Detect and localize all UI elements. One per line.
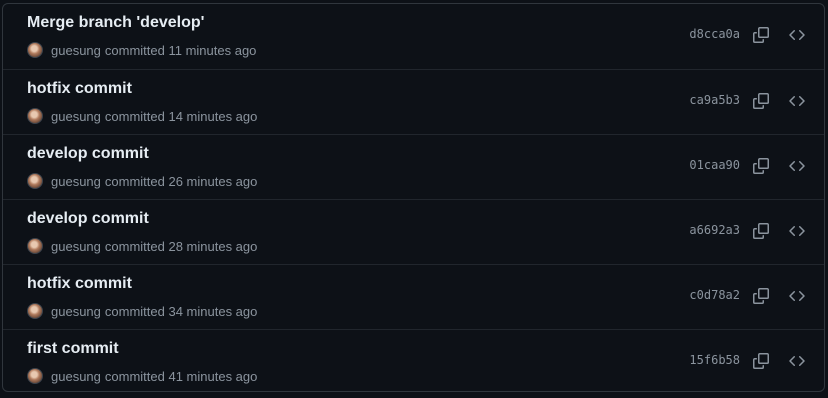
- browse-repo-button[interactable]: [786, 285, 808, 307]
- commit-title-link[interactable]: develop commit: [27, 145, 149, 163]
- copy-sha-button[interactable]: [750, 350, 772, 372]
- commit-row: hotfix commit guesung committed 34 minut…: [3, 264, 824, 329]
- copy-icon: [753, 158, 769, 174]
- copy-icon: [753, 27, 769, 43]
- commit-author[interactable]: guesung: [51, 43, 101, 58]
- commit-title-link[interactable]: develop commit: [27, 210, 149, 228]
- commit-sha-link[interactable]: a6692a3: [689, 223, 740, 237]
- commit-time: 34 minutes ago: [168, 303, 258, 319]
- code-icon: [789, 225, 805, 237]
- commit-time: 14 minutes ago: [168, 108, 258, 124]
- copy-sha-button[interactable]: [750, 220, 772, 242]
- commit-action: committed: [104, 173, 165, 189]
- commit-time: 41 minutes ago: [168, 368, 258, 384]
- browse-repo-button[interactable]: [786, 24, 808, 46]
- commit-meta: guesung committed 26 minutes ago: [27, 172, 257, 190]
- avatar[interactable]: [27, 42, 43, 58]
- browse-repo-button[interactable]: [786, 350, 808, 372]
- commit-action: committed: [104, 42, 165, 58]
- commit-meta: guesung committed 11 minutes ago: [27, 41, 256, 59]
- commit-time: 26 minutes ago: [168, 173, 258, 189]
- commit-author[interactable]: guesung: [51, 304, 101, 319]
- browse-repo-button[interactable]: [786, 90, 808, 112]
- commit-row: first commit guesung committed 41 minute…: [3, 329, 824, 391]
- commit-title-link[interactable]: first commit: [27, 340, 119, 358]
- commit-row: Merge branch 'develop' guesung committed…: [3, 4, 824, 69]
- commit-sha-link[interactable]: 15f6b58: [689, 353, 740, 367]
- commit-title-link[interactable]: Merge branch 'develop': [27, 14, 204, 32]
- code-icon: [789, 290, 805, 302]
- commit-author[interactable]: guesung: [51, 239, 101, 254]
- commit-row: hotfix commit guesung committed 14 minut…: [3, 69, 824, 134]
- copy-sha-button[interactable]: [750, 24, 772, 46]
- commit-list: Merge branch 'develop' guesung committed…: [2, 3, 825, 392]
- browse-repo-button[interactable]: [786, 155, 808, 177]
- commit-title-link[interactable]: hotfix commit: [27, 80, 132, 98]
- code-icon: [789, 29, 805, 41]
- commit-sha-link[interactable]: c0d78a2: [689, 288, 740, 302]
- commit-author[interactable]: guesung: [51, 109, 101, 124]
- copy-icon: [753, 223, 769, 239]
- commit-author[interactable]: guesung: [51, 174, 101, 189]
- copy-icon: [753, 288, 769, 304]
- code-icon: [789, 160, 805, 172]
- commit-action: committed: [104, 238, 165, 254]
- copy-icon: [753, 353, 769, 369]
- code-icon: [789, 95, 805, 107]
- copy-sha-button[interactable]: [750, 155, 772, 177]
- commit-author[interactable]: guesung: [51, 369, 101, 384]
- commit-title-link[interactable]: hotfix commit: [27, 275, 132, 293]
- commit-row: develop commit guesung committed 26 minu…: [3, 134, 824, 199]
- commit-action: committed: [104, 303, 165, 319]
- commit-action: committed: [104, 368, 165, 384]
- commit-meta: guesung committed 34 minutes ago: [27, 302, 257, 320]
- avatar[interactable]: [27, 238, 43, 254]
- commit-time: 11 minutes ago: [168, 42, 257, 58]
- commit-meta: guesung committed 14 minutes ago: [27, 107, 257, 125]
- avatar[interactable]: [27, 368, 43, 384]
- browse-repo-button[interactable]: [786, 220, 808, 242]
- avatar[interactable]: [27, 303, 43, 319]
- copy-icon: [753, 93, 769, 109]
- commit-meta: guesung committed 41 minutes ago: [27, 367, 257, 385]
- commit-action: committed: [104, 108, 165, 124]
- commit-time: 28 minutes ago: [168, 238, 258, 254]
- code-icon: [789, 355, 805, 367]
- commit-sha-link[interactable]: d8cca0a: [689, 27, 740, 41]
- copy-sha-button[interactable]: [750, 285, 772, 307]
- commit-sha-link[interactable]: ca9a5b3: [689, 93, 740, 107]
- avatar[interactable]: [27, 108, 43, 124]
- commit-meta: guesung committed 28 minutes ago: [27, 237, 257, 255]
- avatar[interactable]: [27, 173, 43, 189]
- commit-sha-link[interactable]: 01caa90: [689, 158, 740, 172]
- copy-sha-button[interactable]: [750, 90, 772, 112]
- commit-row: develop commit guesung committed 28 minu…: [3, 199, 824, 264]
